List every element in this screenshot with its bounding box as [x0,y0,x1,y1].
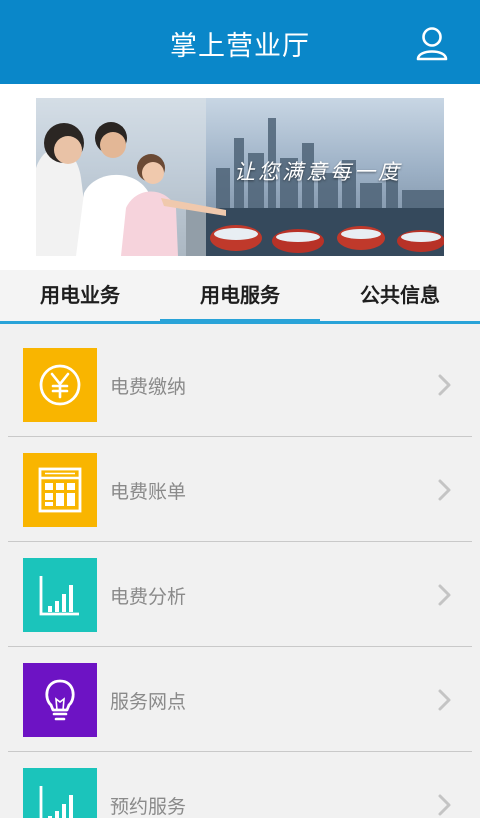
menu-item-bill-payment[interactable]: 电费缴纳 [8,332,472,437]
menu-item-appointment[interactable]: 预约服务 [8,752,472,818]
chevron-right-icon [438,479,451,501]
menu-item-label: 电费分析 [110,586,187,608]
menu-item-service-outlets[interactable]: 服务网点 [8,647,472,752]
bar-chart-icon [23,558,97,632]
menu-item-label: 电费缴纳 [110,376,187,398]
chevron-right-icon [438,794,451,816]
tab-public-info[interactable]: 公共信息 [320,270,480,321]
page-title: 掌上营业厅 [170,31,310,62]
menu-item-bill-statement[interactable]: 电费账单 [8,437,472,542]
app-header: 掌上营业厅 [0,0,480,84]
menu-item-label: 服务网点 [110,691,187,713]
user-icon [416,27,448,61]
service-menu-list: 电费缴纳 电费账单 电费分析 服务网点 预约服务 [8,332,472,818]
user-profile-button[interactable] [412,24,452,64]
light-bulb-icon [23,663,97,737]
menu-item-label: 电费账单 [110,481,187,503]
banner-area: 让您满意每一度 [0,84,480,270]
menu-item-label: 预约服务 [110,796,187,818]
bill-table-icon [23,453,97,527]
yen-coin-icon [23,348,97,422]
bar-chart-icon [23,768,97,818]
chevron-right-icon [438,584,451,606]
promo-banner[interactable]: 让您满意每一度 [36,98,444,256]
tab-power-business[interactable]: 用电业务 [0,270,160,321]
chevron-right-icon [438,374,451,396]
banner-slogan: 让您满意每一度 [234,160,402,184]
tab-bar: 用电业务 用电服务 公共信息 [0,270,480,324]
chevron-right-icon [438,689,451,711]
menu-item-bill-analysis[interactable]: 电费分析 [8,542,472,647]
tab-power-service[interactable]: 用电服务 [160,270,320,324]
